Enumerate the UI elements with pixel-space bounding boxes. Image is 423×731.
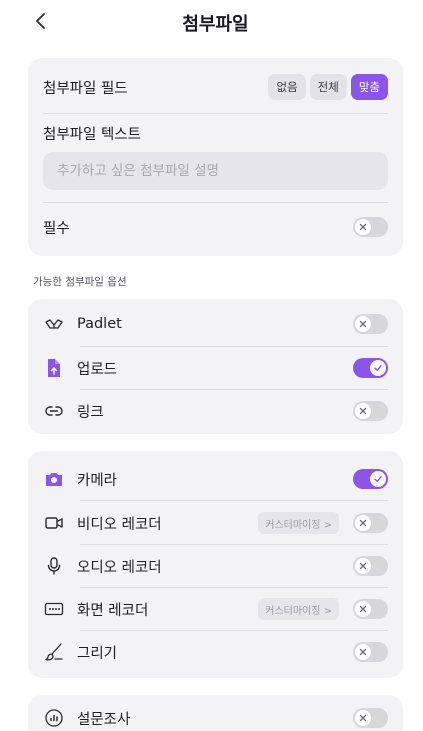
brush-icon (43, 641, 65, 663)
required-label: 필수 (43, 220, 70, 237)
required-toggle[interactable] (353, 217, 388, 237)
attachment-text-row: 첨부파일 텍스트 (43, 120, 388, 146)
screen-record-icon (43, 598, 65, 620)
divider (80, 500, 388, 501)
poll-toggle[interactable] (353, 708, 388, 728)
camera-toggle[interactable] (353, 469, 388, 489)
option-label: 오디오 레코더 (77, 559, 162, 576)
check-icon (374, 365, 382, 371)
x-icon (359, 407, 367, 415)
option-row-poll: 설문조사 (43, 705, 388, 731)
options-card-media: 카메라 비디오 레코더 커스터마이징 > 오디오 레코더 화면 레코더 커스터마… (28, 451, 403, 678)
padlet-icon (43, 313, 65, 335)
required-row: 필수 (43, 214, 388, 240)
x-icon (359, 605, 367, 613)
attachment-settings-panel: 첨부파일 첨부파일 필드 없음 전체 맞춤 첨부파일 텍스트 필수 가능한 첨부… (15, 0, 416, 731)
divider (80, 630, 388, 631)
attachment-field-label: 첨부파일 필드 (43, 80, 128, 97)
attachment-field-row: 첨부파일 필드 없음 전체 맞춤 (43, 72, 388, 102)
x-icon (359, 562, 367, 570)
option-label: 카메라 (77, 472, 118, 489)
segment-all[interactable]: 전체 (309, 74, 347, 100)
link-toggle[interactable] (353, 401, 388, 421)
option-row-draw: 그리기 (43, 639, 388, 665)
attachment-text-input[interactable] (43, 152, 388, 190)
x-icon (359, 714, 367, 722)
padlet-toggle[interactable] (353, 314, 388, 334)
video-customize-button[interactable]: 커스터마이징 > (258, 512, 339, 534)
x-icon (359, 223, 367, 231)
microphone-icon (43, 555, 65, 577)
x-icon (359, 519, 367, 527)
option-row-video: 비디오 레코더 커스터마이징 > (43, 510, 388, 536)
attachment-text-label: 첨부파일 텍스트 (43, 126, 141, 143)
link-icon (43, 400, 65, 422)
option-row-link: 링크 (43, 398, 388, 424)
poll-icon (43, 707, 65, 729)
option-label: 비디오 레코더 (77, 516, 162, 533)
option-row-screen: 화면 레코더 커스터마이징 > (43, 596, 388, 622)
divider (80, 389, 388, 390)
option-label: 화면 레코더 (77, 602, 149, 619)
video-icon (43, 512, 65, 534)
x-icon (359, 648, 367, 656)
options-card-other: 설문조사 (28, 695, 403, 731)
options-card-basic: Padlet 업로드 링크 (28, 299, 403, 434)
screen-toggle[interactable] (353, 599, 388, 619)
option-row-upload: 업로드 (43, 355, 388, 381)
option-label: 링크 (77, 404, 104, 421)
divider (43, 202, 388, 203)
segment-custom[interactable]: 맞춤 (350, 74, 388, 100)
audio-toggle[interactable] (353, 556, 388, 576)
divider (80, 346, 388, 347)
divider (80, 544, 388, 545)
options-section-label: 가능한 첨부파일 옵션 (33, 276, 127, 288)
option-label: 업로드 (77, 361, 118, 378)
option-row-audio: 오디오 레코더 (43, 553, 388, 579)
option-label: 설문조사 (77, 711, 131, 728)
check-icon (374, 476, 382, 482)
option-row-padlet: Padlet (43, 311, 388, 337)
option-label: 그리기 (77, 645, 118, 662)
attachment-settings-card: 첨부파일 필드 없음 전체 맞춤 첨부파일 텍스트 필수 (28, 58, 403, 256)
divider (80, 587, 388, 588)
draw-toggle[interactable] (353, 642, 388, 662)
option-row-camera: 카메라 (43, 466, 388, 492)
screen-customize-button[interactable]: 커스터마이징 > (258, 598, 339, 620)
upload-file-icon (43, 357, 65, 379)
header: 첨부파일 (15, 0, 416, 46)
attachment-field-selector: 없음 전체 맞춤 (268, 74, 388, 100)
segment-none[interactable]: 없음 (268, 74, 306, 100)
divider (43, 113, 388, 114)
page-title: 첨부파일 (182, 14, 249, 35)
camera-icon (43, 468, 65, 490)
option-label: Padlet (77, 316, 122, 332)
video-toggle[interactable] (353, 513, 388, 533)
x-icon (359, 320, 367, 328)
upload-toggle[interactable] (353, 358, 388, 378)
